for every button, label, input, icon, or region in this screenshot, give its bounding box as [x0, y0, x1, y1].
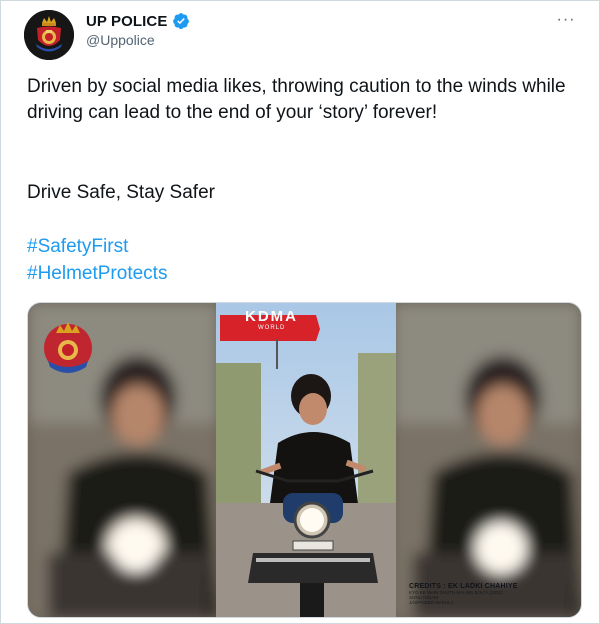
- hashtag-link[interactable]: #HelmetProtects: [27, 261, 167, 287]
- tweet-text: Driven by social media likes, throwing c…: [27, 76, 566, 123]
- up-police-emblem-icon: [24, 10, 74, 60]
- tweet-slogan: Drive Safe, Stay Safer: [27, 182, 215, 203]
- video-credits: CREDITS : EK LADKI CHAHIYE KYO EK MAIN D…: [409, 583, 518, 605]
- author-name-row[interactable]: UP POLICE: [86, 11, 190, 31]
- credits-line: JASPINDER NARULA: [409, 600, 454, 605]
- author-display-name[interactable]: UP POLICE: [86, 13, 167, 30]
- hashtag-link[interactable]: #SafetyFirst: [27, 234, 128, 260]
- avatar[interactable]: [24, 10, 74, 60]
- video-logo-subtext: WORLD: [258, 325, 286, 331]
- video-thumbnail[interactable]: [27, 302, 582, 618]
- tweet-card: UP POLICE @Uppolice ··· Driven by social…: [0, 0, 600, 624]
- video-logo-text: KDMA: [245, 308, 298, 325]
- credits-title: CREDITS : EK LADKI CHAHIYE: [409, 583, 518, 590]
- more-options-icon[interactable]: ···: [554, 10, 578, 30]
- author-handle[interactable]: @Uppolice: [86, 32, 155, 48]
- verified-badge-icon: [172, 12, 190, 30]
- video-frame-image: [28, 303, 581, 617]
